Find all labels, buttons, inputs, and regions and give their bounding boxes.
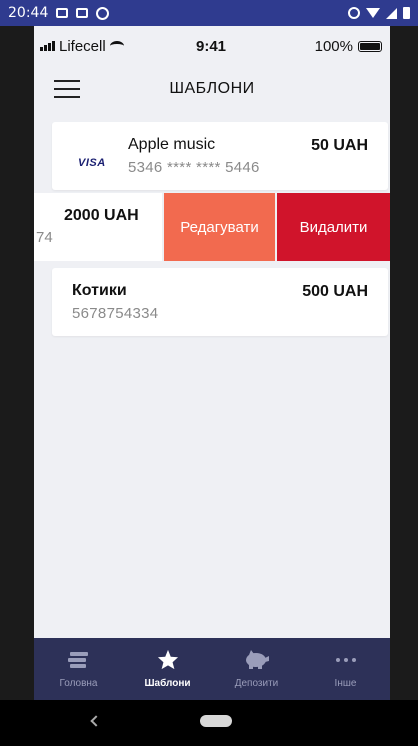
- template-card-swiped[interactable]: 2000 UAH 74: [34, 193, 162, 261]
- tab-bar: Головна Шаблони Депозити Інше: [34, 638, 390, 700]
- tab-deposits[interactable]: Депозити: [212, 638, 301, 700]
- battery-percent: 100%: [314, 37, 353, 55]
- tab-more[interactable]: Інше: [301, 638, 390, 700]
- delete-template-button[interactable]: Видалити: [277, 193, 390, 261]
- template-name: Apple music: [128, 136, 216, 153]
- menu-icon[interactable]: [54, 80, 80, 98]
- wifi-icon: [366, 8, 380, 18]
- navigation-bar: ШАБЛОНИ: [34, 66, 390, 112]
- template-amount: 50 UAH: [311, 137, 368, 154]
- template-card-number: 74: [36, 229, 53, 246]
- template-amount: 2000 UAH: [64, 207, 139, 224]
- template-amount: 500 UAH: [302, 283, 368, 300]
- carrier-name: Lifecell: [59, 37, 106, 55]
- home-icon[interactable]: [200, 715, 232, 727]
- phone-notification-icon: [96, 6, 110, 20]
- tab-label: Головна: [59, 677, 98, 689]
- battery-icon: [403, 7, 410, 19]
- tab-home[interactable]: Головна: [34, 638, 123, 700]
- android-status-icons: [348, 7, 410, 19]
- ios-clock: 9:41: [195, 37, 227, 55]
- app-screen: Lifecell 9:41 100% ШАБЛОНИ VISA Apple mu…: [34, 26, 390, 700]
- wifi-icon: [109, 41, 124, 51]
- ios-status-bar: Lifecell 9:41 100%: [34, 26, 390, 66]
- template-card-kotyky[interactable]: Котики 5678754334 500 UAH: [52, 268, 388, 336]
- tab-label: Депозити: [234, 677, 279, 689]
- cards-icon: [67, 650, 90, 670]
- image-notification-icon: [56, 8, 69, 18]
- signal-icon: [386, 7, 397, 19]
- android-navigation-bar: [0, 700, 418, 746]
- visa-logo-icon: VISA: [78, 157, 106, 169]
- edit-template-button[interactable]: Редагувати: [164, 193, 275, 261]
- cellular-signal-icon: [40, 41, 55, 51]
- more-icon: [335, 650, 357, 670]
- templates-list: VISA Apple music 5346 **** **** 5446 50 …: [34, 118, 390, 358]
- android-clock: 20:44: [8, 5, 49, 21]
- mail-notification-icon: [76, 8, 89, 18]
- back-icon[interactable]: [90, 715, 102, 727]
- tab-templates[interactable]: Шаблони: [123, 638, 212, 700]
- battery-icon: [358, 40, 382, 52]
- device-frame: Lifecell 9:41 100% ШАБЛОНИ VISA Apple mu…: [0, 26, 418, 700]
- tab-label: Інше: [334, 677, 357, 689]
- template-row-swiped: 2000 UAH 74 Редагувати Видалити: [34, 193, 390, 261]
- template-card-apple-music[interactable]: VISA Apple music 5346 **** **** 5446 50 …: [52, 122, 388, 190]
- star-icon: [157, 649, 179, 670]
- template-card-number: 5678754334: [72, 305, 159, 322]
- page-title: ШАБЛОНИ: [169, 80, 255, 97]
- tab-label: Шаблони: [144, 677, 191, 689]
- alarm-icon: [348, 7, 360, 19]
- template-card-number: 5346 **** **** 5446: [128, 159, 260, 176]
- template-name: Котики: [72, 282, 127, 299]
- android-status-bar: 20:44: [0, 0, 418, 26]
- piggy-bank-icon: [244, 649, 270, 670]
